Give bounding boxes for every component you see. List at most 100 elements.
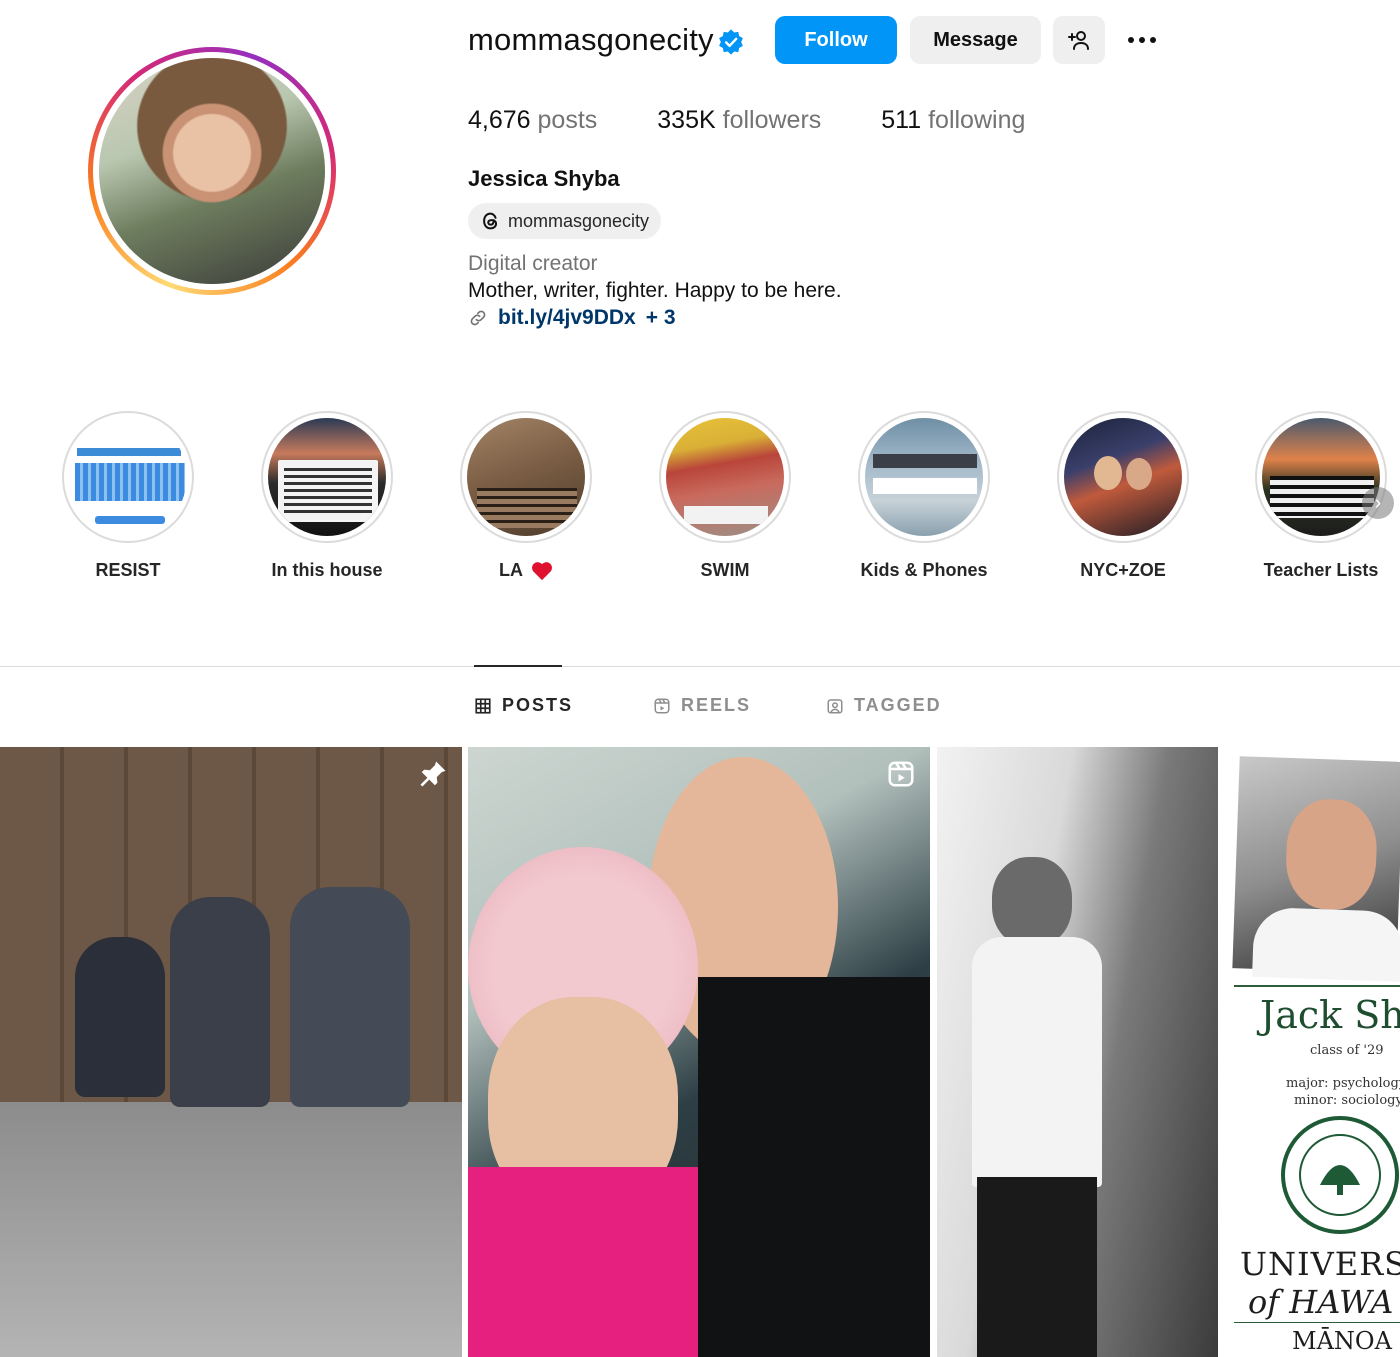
highlight-label-text: In this house xyxy=(271,560,383,580)
profile-category: Digital creator xyxy=(468,252,598,275)
more-dot-icon xyxy=(1139,37,1145,43)
profile-avatar-ring[interactable] xyxy=(88,47,336,295)
more-dot-icon xyxy=(1128,37,1134,43)
followers-label: followers xyxy=(722,106,822,134)
highlight-label: Teacher Lists xyxy=(1255,560,1387,581)
highlight-label-text: SWIM xyxy=(700,560,750,580)
post-caption-name: Jack Shy xyxy=(1260,993,1400,1037)
highlight-label-text: RESIST xyxy=(95,560,161,580)
posts-stat: 4,676 posts xyxy=(468,106,597,135)
following-label: following xyxy=(928,106,1026,134)
profile-avatar-frame xyxy=(93,52,331,290)
highlight-cover xyxy=(69,418,187,536)
highlight-ring xyxy=(1057,411,1189,543)
link-icon xyxy=(470,310,486,326)
post-photo-head xyxy=(992,857,1072,947)
tab-reels-label: REELS xyxy=(681,695,752,715)
pin-icon xyxy=(420,761,446,787)
post-photo-shirt xyxy=(972,937,1102,1187)
post-caption-hawaii: of HAWA xyxy=(1248,1283,1394,1321)
active-tab-indicator xyxy=(474,665,562,667)
post-photo-jacket xyxy=(698,977,930,1357)
highlight-ring xyxy=(261,411,393,543)
post-caption-manoa: MĀNOA xyxy=(1292,1327,1392,1355)
profile-link-more: + 3 xyxy=(645,306,676,329)
red-heart-icon xyxy=(532,561,552,580)
highlight-cover xyxy=(1262,418,1380,536)
suggested-users-button[interactable] xyxy=(1053,16,1105,64)
highlight-nyc-zoe[interactable]: NYC+ZOE xyxy=(1057,411,1189,581)
highlights-next-button[interactable]: › xyxy=(1362,487,1394,519)
post-photo-collar xyxy=(1252,906,1400,983)
tagged-icon xyxy=(827,698,843,713)
post-caption-minor: minor: sociology xyxy=(1294,1093,1400,1108)
post-photo-portrait xyxy=(1232,756,1400,983)
highlight-label: Kids & Phones xyxy=(858,560,990,581)
highlight-label-text: Teacher Lists xyxy=(1263,560,1379,580)
following-count: 511 xyxy=(881,106,922,134)
post-photo-pajamas xyxy=(468,1167,698,1357)
tab-posts-label: POSTS xyxy=(502,695,574,715)
highlight-ring xyxy=(659,411,791,543)
following-stat[interactable]: 511 following xyxy=(881,106,1025,135)
highlight-label-text: Kids & Phones xyxy=(860,560,988,580)
tab-reels[interactable]: REELS xyxy=(653,695,751,716)
post-photo-child xyxy=(290,887,410,1107)
highlight-ring xyxy=(460,411,592,543)
profile-link[interactable]: bit.ly/4jv9DDx + 3 xyxy=(468,306,676,330)
highlight-label: NYC+ZOE xyxy=(1057,560,1189,581)
highlight-ring xyxy=(62,411,194,543)
tab-posts[interactable]: POSTS xyxy=(474,695,573,716)
profile-avatar xyxy=(99,58,325,284)
post-photo-ground xyxy=(0,1102,462,1357)
highlight-ring xyxy=(1255,411,1387,543)
more-options-button[interactable] xyxy=(1120,22,1164,58)
posts-label: posts xyxy=(537,106,598,134)
highlight-label-text: NYC+ZOE xyxy=(1080,560,1166,580)
highlight-in-this-house[interactable]: In this house xyxy=(261,411,393,581)
tab-tagged[interactable]: TAGGED xyxy=(826,695,942,716)
reel-icon xyxy=(888,761,914,787)
grid-icon xyxy=(475,697,491,714)
highlight-resist[interactable]: RESIST xyxy=(62,411,194,581)
profile-username: mommasgonecity xyxy=(468,22,714,57)
add-user-icon xyxy=(1068,31,1089,50)
verified-badge-icon xyxy=(719,29,743,55)
post-tile-4[interactable]: Jack Shy class of '29 major: psychology … xyxy=(1224,747,1400,1357)
threads-handle: mommasgonecity xyxy=(508,210,650,231)
post-caption-class: class of '29 xyxy=(1310,1043,1384,1058)
more-dot-icon xyxy=(1150,37,1156,43)
post-divider-line xyxy=(1234,985,1400,987)
highlight-cover xyxy=(268,418,386,536)
highlight-kids-phones[interactable]: Kids & Phones xyxy=(858,411,990,581)
highlight-cover xyxy=(467,418,585,536)
post-photo-child xyxy=(75,937,165,1097)
post-tile-2[interactable] xyxy=(468,747,930,1357)
chevron-right-icon: › xyxy=(1374,491,1382,514)
post-tile-1[interactable] xyxy=(0,747,462,1357)
highlight-label: LA xyxy=(460,560,592,581)
highlight-cover xyxy=(1064,418,1182,536)
highlight-label: SWIM xyxy=(659,560,791,581)
highlight-la[interactable]: LA xyxy=(460,411,592,581)
profile-link-text: bit.ly/4jv9DDx xyxy=(498,306,636,329)
tab-tagged-label: TAGGED xyxy=(854,695,942,715)
post-tile-3[interactable] xyxy=(937,747,1218,1357)
tabs-divider xyxy=(0,666,1400,667)
university-seal-icon xyxy=(1281,1116,1399,1234)
highlight-label-text: LA xyxy=(499,560,523,580)
post-divider-line xyxy=(1234,1322,1400,1323)
profile-bio: Mother, writer, fighter. Happy to be her… xyxy=(468,279,842,302)
message-button[interactable]: Message xyxy=(910,16,1041,64)
highlight-ring xyxy=(858,411,990,543)
highlight-cover xyxy=(865,418,983,536)
highlight-swim[interactable]: SWIM xyxy=(659,411,791,581)
threads-link[interactable]: mommasgonecity xyxy=(468,203,662,239)
follow-button[interactable]: Follow xyxy=(775,16,897,64)
post-caption-university: UNIVERSI xyxy=(1240,1245,1400,1283)
highlight-label: In this house xyxy=(261,560,393,581)
followers-stat[interactable]: 335K followers xyxy=(657,106,821,135)
profile-full-name: Jessica Shyba xyxy=(468,166,620,191)
highlight-cover xyxy=(666,418,784,536)
threads-icon xyxy=(483,212,498,230)
